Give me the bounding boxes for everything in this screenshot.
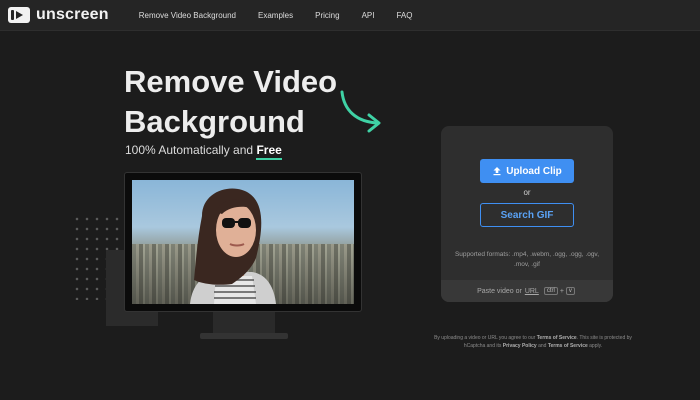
person-figure <box>190 188 276 304</box>
hcaptcha-terms-link[interactable]: Terms of Service <box>548 343 588 349</box>
upload-clip-button[interactable]: Upload Clip <box>480 159 574 183</box>
nav-link-remove-video-background[interactable]: Remove Video Background <box>139 11 236 20</box>
nav-link-examples[interactable]: Examples <box>258 11 293 20</box>
search-gif-button[interactable]: Search GIF <box>480 203 574 227</box>
terms-text-2: . This site is protected <box>576 335 626 341</box>
hero-subtitle-free: Free <box>256 143 282 160</box>
key-v: v <box>565 287 575 295</box>
paste-bar[interactable]: Paste video or URL ctrl + v <box>441 280 613 302</box>
key-ctrl: ctrl <box>543 287 558 295</box>
hero-title: Remove Video Background <box>124 64 338 139</box>
monitor-frame <box>124 172 362 312</box>
terms-text-1: By uploading a video or URL you agree to… <box>434 335 536 341</box>
brand-logo[interactable]: unscreen <box>8 6 109 24</box>
search-gif-label: Search GIF <box>500 209 554 221</box>
terms-text-4: and <box>538 343 547 349</box>
terms-of-service-link[interactable]: Terms of Service <box>537 335 577 341</box>
upload-panel: Upload Clip or Search GIF Supported form… <box>441 126 613 302</box>
nav-link-faq[interactable]: FAQ <box>396 11 412 20</box>
demo-video-preview <box>132 180 354 304</box>
play-icon <box>8 7 30 23</box>
terms-text-5: apply. <box>589 343 603 349</box>
nav-link-api[interactable]: API <box>362 11 375 20</box>
supported-formats-text: Supported formats: .mp4, .webm, .ogg, .o… <box>454 251 600 268</box>
monitor-stand-neck <box>213 312 275 334</box>
paste-url-link[interactable]: URL <box>525 288 539 295</box>
brand-name: unscreen <box>36 6 109 23</box>
nav-link-pricing[interactable]: Pricing <box>315 11 339 20</box>
top-navbar: unscreen Remove Video Background Example… <box>0 0 700 31</box>
monitor-stand-base <box>200 333 288 339</box>
upload-icon <box>493 167 501 176</box>
paste-prefix: Paste video or <box>477 287 522 295</box>
terms-notice: By uploading a video or URL you agree to… <box>434 334 632 350</box>
key-plus: + <box>559 287 564 295</box>
privacy-policy-link[interactable]: Privacy Policy <box>503 343 537 349</box>
curved-arrow-icon <box>340 90 381 133</box>
hero-subtitle: 100% Automatically and Free <box>125 143 282 160</box>
upload-clip-label: Upload Clip <box>506 165 562 177</box>
hero-subtitle-text: 100% Automatically and <box>125 143 254 157</box>
nav-links: Remove Video Background Examples Pricing… <box>139 11 435 20</box>
or-separator: or <box>523 188 531 197</box>
